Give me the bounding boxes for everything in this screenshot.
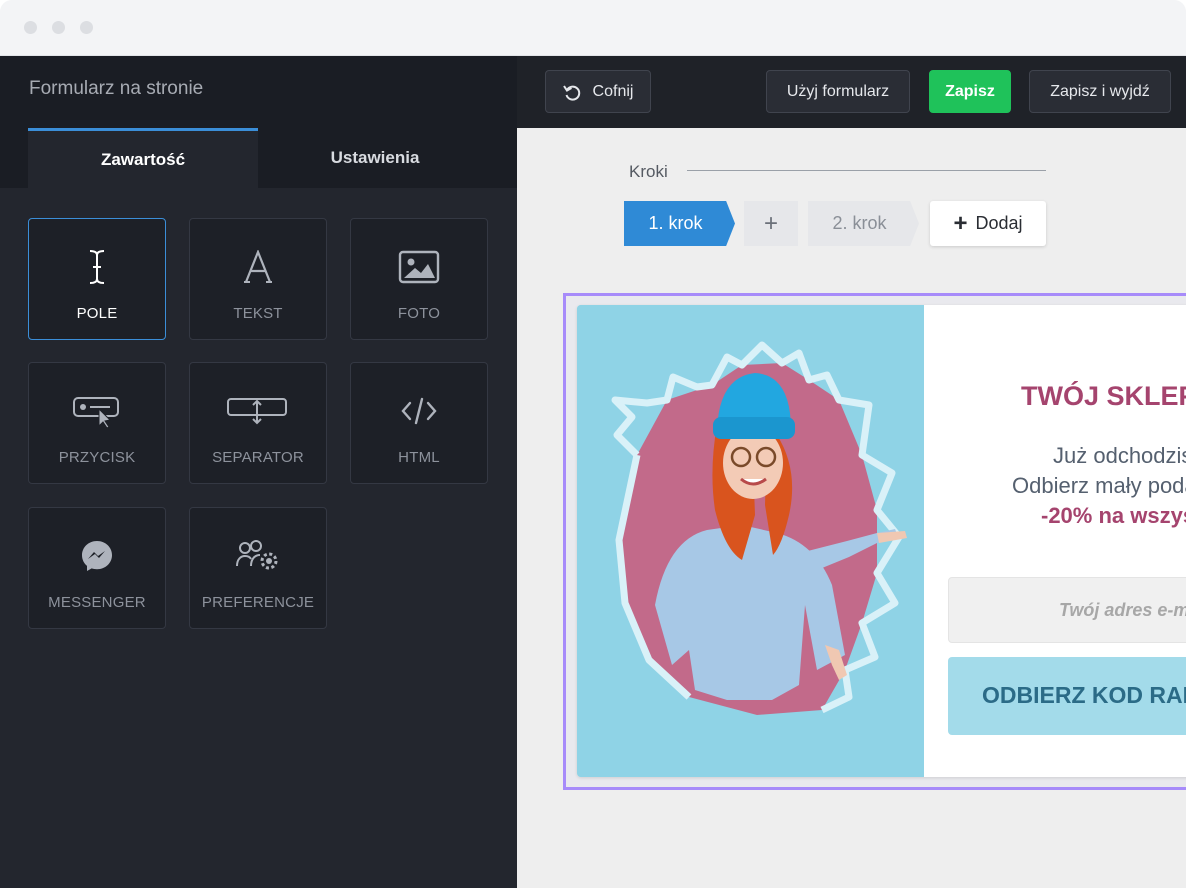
woman-torn-paper-image [577,305,924,777]
tile-photo[interactable]: FOTO [350,218,488,340]
separator-icon [190,391,326,431]
selected-form-frame[interactable]: TWÓJ SKLEP Już odchodzisz? Odbierz mały … [563,293,1186,790]
email-placeholder: Twój adres e-mail [1059,600,1186,620]
image-icon [351,247,487,287]
window-titlebar [0,0,1186,56]
form-card: TWÓJ SKLEP Już odchodzisz? Odbierz mały … [577,305,1186,777]
email-input[interactable]: Twój adres e-mail [948,577,1186,643]
form-text-discount: -20% na wszystko [1041,503,1186,528]
undo-icon [562,83,581,101]
sidebar-header: Formularz na stronie Zawartość Ustawieni… [0,56,517,188]
cta-label: ODBIERZ KOD RABATOWY [982,682,1186,708]
step-label: 2. krok [832,213,887,233]
steps-label: Kroki [629,162,668,181]
button-cursor-icon [29,391,165,431]
window-dot-maximize[interactable] [80,21,93,34]
tab-settings[interactable]: Ustawienia [260,128,490,188]
tile-label: HTML [398,449,440,466]
undo-button[interactable]: Cofnij [545,70,651,113]
step-1[interactable]: 1. krok [624,201,735,246]
step-2[interactable]: 2. krok [808,201,919,246]
save-button[interactable]: Zapisz [929,70,1011,113]
use-form-button[interactable]: Użyj formularz [766,70,910,113]
window-dot-minimize[interactable] [52,21,65,34]
form-text-line-2: Odbierz mały podarunek [1012,473,1186,498]
add-step-label: Dodaj [975,213,1023,233]
tile-label: MESSENGER [48,594,146,611]
tile-html[interactable]: HTML [350,362,488,484]
get-discount-button[interactable]: ODBIERZ KOD RABATOWY [948,657,1186,735]
messenger-icon [29,536,165,576]
app-window: Formularz na stronie Zawartość Ustawieni… [0,0,1186,888]
window-dot-close[interactable] [24,21,37,34]
tile-separator[interactable]: SEPARATOR [189,362,327,484]
promo-photo [577,305,924,777]
code-icon [351,391,487,431]
save-exit-button[interactable]: Zapisz i wyjdź [1029,70,1171,113]
text-cursor-icon [29,247,165,287]
tile-field[interactable]: POLE [28,218,166,340]
users-settings-icon [190,536,326,576]
top-toolbar: Cofnij Użyj formularz Zapisz Zapisz i wy… [517,56,1186,128]
editor-main: Cofnij Użyj formularz Zapisz Zapisz i wy… [517,56,1186,888]
panel-title: Formularz na stronie [29,78,204,99]
tile-label: PREFERENCJE [201,594,315,611]
steps-divider [687,170,1046,171]
plus-icon: + [953,209,968,237]
tab-content[interactable]: Zawartość [28,128,258,188]
sidebar: Formularz na stronie Zawartość Ustawieni… [0,56,517,888]
tile-label: SEPARATOR [212,449,304,466]
tile-preferences[interactable]: PREFERENCJE [189,507,327,629]
add-step-button[interactable]: + Dodaj [930,201,1046,246]
tile-label: FOTO [397,305,441,322]
tile-messenger[interactable]: MESSENGER [28,507,166,629]
tile-label: PRZYCISK [58,449,136,466]
tile-button[interactable]: PRZYCISK [28,362,166,484]
insert-step-button[interactable]: + [744,201,798,246]
form-text-line-1: Już odchodzisz? [1053,443,1186,468]
form-headline: TWÓJ SKLEP [1021,381,1186,411]
tile-label: TEKST [233,305,283,322]
tile-text[interactable]: TEKST [189,218,327,340]
undo-label: Cofnij [592,82,634,100]
step-label: 1. krok [648,213,703,233]
tile-label: POLE [76,305,118,322]
letter-a-icon [190,247,326,287]
